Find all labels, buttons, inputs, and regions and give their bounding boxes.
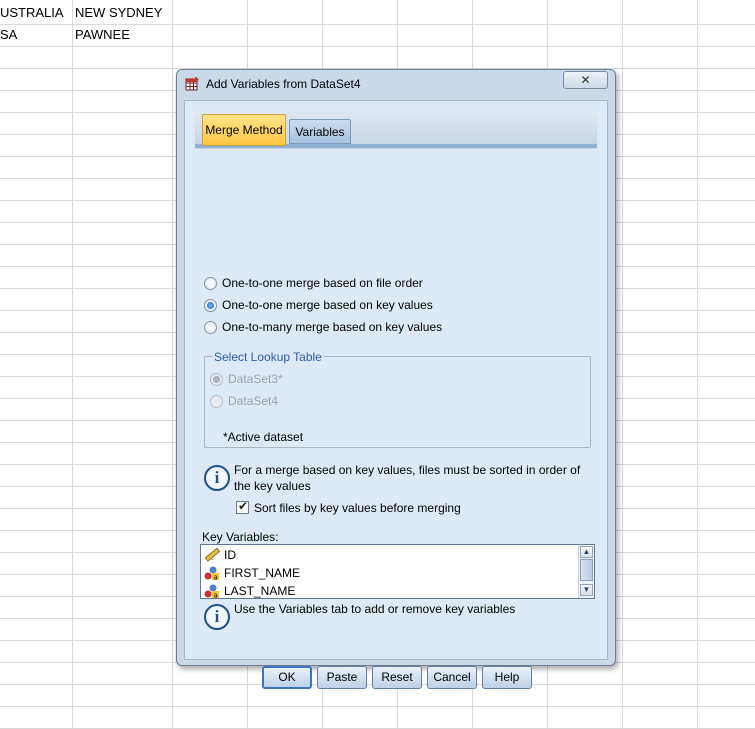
list-item[interactable]: a FIRST_NAME — [204, 564, 300, 582]
sort-files-label[interactable]: Sort files by key values before merging — [254, 501, 461, 515]
scroll-down-icon[interactable]: ▼ — [580, 584, 593, 596]
info-icon: i — [204, 465, 230, 491]
sort-files-checkbox[interactable] — [236, 499, 249, 514]
cell-city[interactable]: PAWNEE — [75, 27, 171, 42]
grid-line — [0, 46, 755, 47]
scroll-thumb[interactable] — [580, 559, 593, 581]
radio-label: One-to-one merge based on file order — [222, 276, 423, 290]
dialog-body: Merge Method Variables One-to-one merge … — [184, 100, 608, 689]
variable-name: ID — [224, 548, 236, 562]
cell-country[interactable]: SA — [0, 27, 70, 42]
grid-line — [72, 0, 73, 729]
radio-button[interactable] — [210, 372, 223, 386]
grid-line — [172, 0, 173, 729]
add-variables-dialog: Add Variables from DataSet4 ✕ Merge Meth… — [176, 69, 616, 689]
key-info-text: Use the Variables tab to add or remove k… — [234, 602, 516, 616]
lookup-legend: Select Lookup Table — [212, 350, 324, 364]
radio-dataset3[interactable]: DataSet3* — [210, 371, 283, 387]
cell-city[interactable]: NEW SYDNEY — [75, 5, 171, 20]
radio-label: DataSet3* — [228, 372, 283, 386]
radio-label: One-to-many merge based on key values — [222, 320, 443, 334]
radio-label: DataSet4 — [228, 394, 279, 408]
dialog-titlebar[interactable]: Add Variables from DataSet4 ✕ — [177, 70, 615, 98]
active-dataset-note: *Active dataset — [223, 430, 304, 444]
radio-button[interactable] — [204, 320, 217, 334]
cancel-button[interactable]: Cancel — [427, 666, 477, 689]
key-variables-list[interactable]: ID a FIRST_NAME a LAST_NAME ▲ ▼ — [200, 544, 595, 599]
radio-file-order[interactable]: One-to-one merge based on file order — [204, 275, 423, 291]
key-variables-label: Key Variables: — [202, 530, 279, 544]
tab-variables[interactable]: Variables — [289, 119, 351, 144]
list-item[interactable]: a LAST_NAME — [204, 582, 296, 600]
dataset-merge-icon — [185, 77, 199, 91]
radio-one-to-many[interactable]: One-to-many merge based on key values — [204, 319, 442, 335]
ok-button[interactable]: OK — [262, 666, 312, 689]
scroll-up-icon[interactable]: ▲ — [580, 546, 593, 558]
variable-name: FIRST_NAME — [224, 566, 301, 580]
radio-button[interactable] — [204, 298, 217, 312]
close-button[interactable]: ✕ — [563, 71, 608, 89]
reset-button[interactable]: Reset — [372, 666, 422, 689]
radio-label: One-to-one merge based on key values — [222, 298, 433, 312]
grid-line — [697, 0, 698, 729]
list-scrollbar[interactable]: ▲ ▼ — [578, 545, 594, 598]
nominal-variable-icon: a — [204, 566, 219, 582]
svg-text:a: a — [214, 574, 218, 582]
paste-button[interactable]: Paste — [317, 666, 367, 689]
svg-text:a: a — [214, 592, 218, 600]
radio-dataset4[interactable]: DataSet4 — [210, 393, 278, 409]
tab-merge-method[interactable]: Merge Method — [202, 114, 286, 146]
info-icon: i — [204, 604, 230, 630]
grid-line — [0, 706, 755, 707]
radio-key-values[interactable]: One-to-one merge based on key values — [204, 297, 433, 313]
variable-name: LAST_NAME — [224, 584, 296, 598]
grid-line — [0, 24, 755, 25]
radio-button[interactable] — [204, 276, 217, 290]
nominal-variable-icon: a — [204, 584, 219, 600]
dialog-title: Add Variables from DataSet4 — [206, 77, 361, 91]
sort-info-text: For a merge based on key values, files m… — [234, 463, 581, 493]
radio-button[interactable] — [210, 394, 223, 408]
list-item[interactable]: ID — [204, 546, 236, 564]
cell-country[interactable]: USTRALIA — [0, 5, 70, 20]
ruler-scale-icon — [204, 547, 220, 562]
close-icon: ✕ — [580, 73, 591, 87]
help-button[interactable]: Help — [482, 666, 532, 689]
grid-line — [622, 0, 623, 729]
